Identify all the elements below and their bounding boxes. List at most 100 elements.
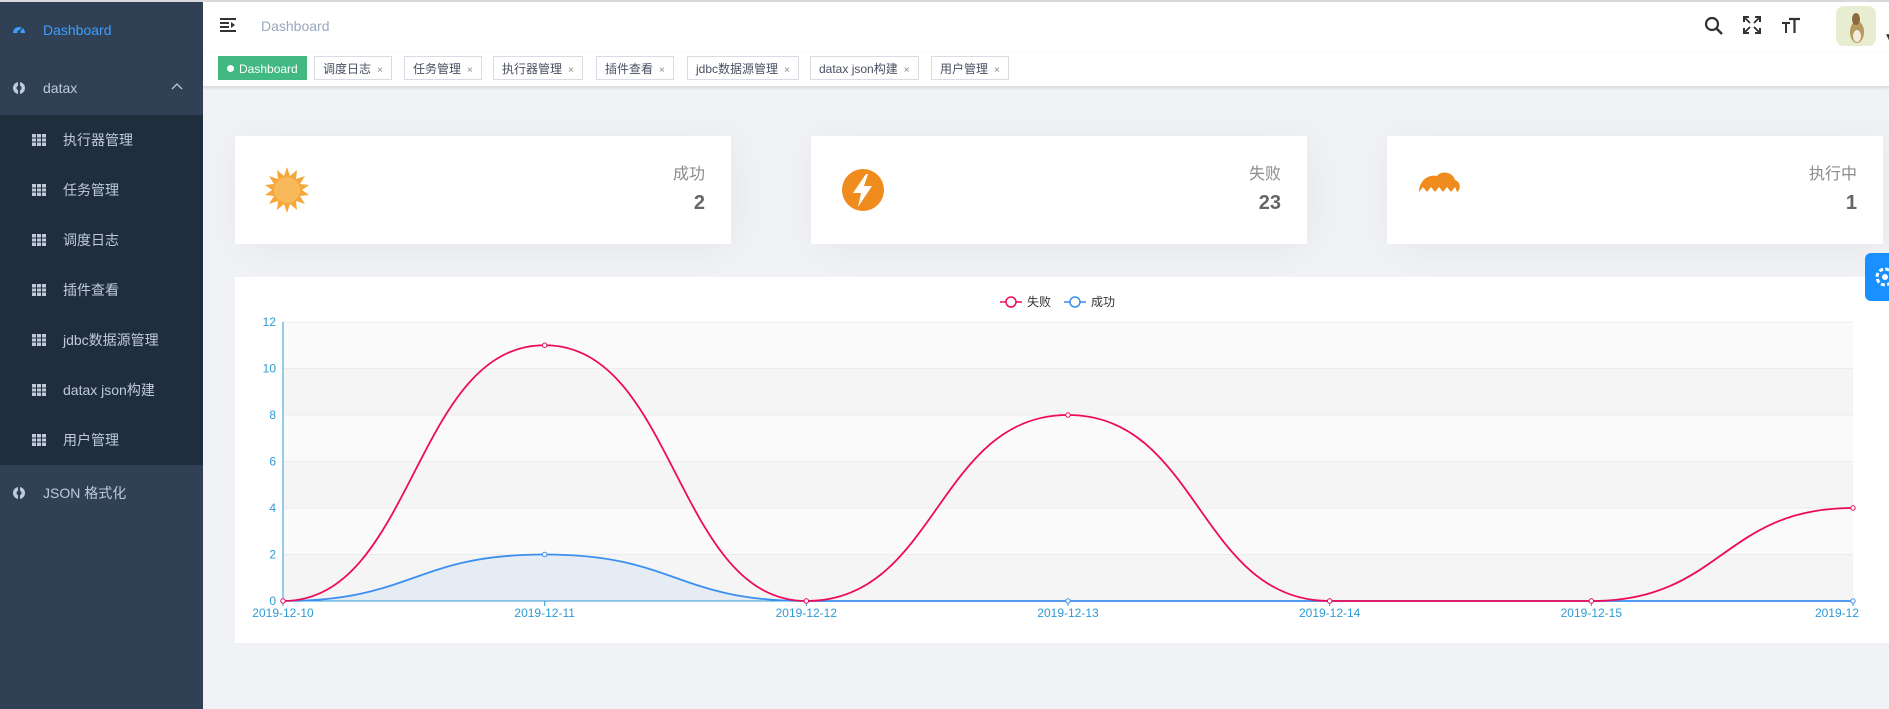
component-icon	[13, 81, 25, 95]
table-icon	[32, 134, 46, 146]
hamburger-icon[interactable]	[220, 18, 236, 32]
table-icon	[32, 384, 46, 396]
tag-label: 用户管理	[940, 62, 989, 76]
x-tick-label: 2019-12-11	[514, 606, 575, 620]
legend-marker	[1005, 296, 1017, 308]
tag-label: 调度日志	[323, 62, 372, 76]
grid-band	[283, 415, 1853, 462]
table-icon	[32, 434, 46, 446]
chevron-down-icon[interactable]: ▼	[1884, 32, 1889, 43]
card-value: 2	[693, 192, 705, 214]
settings-button[interactable]	[1865, 253, 1889, 301]
sidebar-item-json-build[interactable]: datax json构建	[0, 365, 203, 415]
sidebar-item-label: 插件查看	[63, 282, 119, 298]
close-icon[interactable]: ×	[994, 65, 1000, 76]
card-failed[interactable]: 失败 23	[811, 136, 1307, 244]
sidebar-item-tasks[interactable]: 任务管理	[0, 165, 203, 215]
card-value: 1	[1845, 192, 1857, 214]
chart-panel: 0 2 4 6 8 10 12 2019-12-10 2019-12-11 2019-12-12 2…	[235, 277, 1889, 643]
tag-label: 插件查看	[605, 62, 654, 76]
legend-label: 失败	[1027, 294, 1051, 309]
x-tick-label: 2019-12	[1815, 606, 1859, 620]
sidebar-item-users[interactable]: 用户管理	[0, 415, 203, 465]
tags-view: Dashboard 调度日志 × 任务管理 × 执行器管理 × 插件查看 × jdbc数…	[203, 52, 1889, 87]
tag-json-build[interactable]: datax json构建 ×	[810, 56, 919, 80]
y-tick-label: 6	[269, 455, 276, 469]
x-tick-label: 2019-12-13	[1037, 606, 1099, 620]
font-size-icon[interactable]	[1781, 16, 1801, 36]
search-icon[interactable]	[1704, 16, 1724, 36]
tag-dashboard[interactable]: Dashboard	[218, 56, 307, 80]
card-value: 23	[1258, 192, 1281, 214]
sidebar-item-datax[interactable]: datax	[0, 60, 203, 116]
grid-band	[283, 322, 1853, 369]
y-tick-label: 4	[269, 501, 276, 515]
sidebar-item-jdbc[interactable]: jdbc数据源管理	[0, 315, 203, 365]
tag-label: 任务管理	[413, 62, 462, 76]
close-icon[interactable]: ×	[904, 65, 910, 76]
data-point	[1326, 598, 1333, 604]
card-title: 失败	[1248, 166, 1281, 183]
data-point	[541, 342, 548, 348]
chevron-up-icon	[171, 83, 183, 90]
tag-jdbc[interactable]: jdbc数据源管理 ×	[687, 56, 799, 80]
sidebar-item-label: jdbc数据源管理	[63, 332, 159, 348]
lightning-icon	[842, 169, 884, 211]
tag-label: Dashboard	[239, 62, 298, 76]
data-point	[1850, 598, 1856, 604]
table-icon	[32, 184, 46, 196]
tag-tasks[interactable]: 任务管理 ×	[404, 56, 482, 80]
sidebar-item-label: 执行器管理	[63, 132, 133, 148]
dashboard-icon	[13, 27, 25, 34]
grid-band	[283, 368, 1853, 415]
sidebar-item-label: 用户管理	[63, 432, 119, 448]
close-icon[interactable]: ×	[784, 65, 790, 76]
avatar[interactable]	[1836, 6, 1876, 46]
tag-logs[interactable]: 调度日志 ×	[314, 56, 392, 80]
tag-label: datax json构建	[819, 62, 898, 76]
close-icon[interactable]: ×	[467, 65, 473, 76]
close-icon[interactable]: ×	[659, 65, 665, 76]
close-icon[interactable]: ×	[377, 65, 383, 76]
x-tick-label: 2019-12-10	[252, 606, 314, 620]
tag-label: 执行器管理	[502, 62, 563, 76]
component-icon	[13, 486, 25, 500]
data-point	[280, 598, 286, 604]
y-tick-label: 12	[263, 315, 277, 329]
sidebar-item-json-format[interactable]: JSON 格式化	[0, 465, 203, 521]
sidebar-item-executor[interactable]: 执行器管理	[0, 115, 203, 165]
x-tick-label: 2019-12-14	[1299, 606, 1361, 620]
card-running[interactable]: 执行中 1	[1387, 136, 1883, 244]
table-icon	[32, 234, 46, 246]
card-success[interactable]: 成功 2	[235, 136, 731, 244]
table-icon	[32, 284, 46, 296]
sidebar-item-label: 任务管理	[63, 182, 119, 198]
gear-icon	[1875, 267, 1889, 287]
data-point	[541, 551, 548, 558]
grid-band	[283, 508, 1853, 555]
data-point	[1065, 598, 1071, 604]
sidebar-item-label: JSON 格式化	[43, 485, 127, 501]
sidebar-item-logs[interactable]: 调度日志	[0, 215, 203, 265]
x-tick-label: 2019-12-15	[1561, 606, 1623, 620]
sidebar-item-plugins[interactable]: 插件查看	[0, 265, 203, 315]
line-chart: 0246810122019-12-10 2019-12-11 2019-12-12 2…	[252, 294, 1859, 620]
legend-label: 成功	[1091, 295, 1115, 309]
card-title: 执行中	[1808, 166, 1857, 183]
sidebar-item-dashboard[interactable]: Dashboard	[0, 2, 203, 58]
active-dot-icon	[227, 65, 234, 72]
sidebar-item-label: datax json构建	[63, 382, 155, 398]
tag-executor[interactable]: 执行器管理 ×	[493, 56, 583, 80]
tag-plugins[interactable]: 插件查看 ×	[596, 56, 674, 80]
sidebar-item-label: datax	[43, 80, 78, 96]
close-icon[interactable]: ×	[568, 65, 574, 76]
data-point	[1850, 505, 1856, 511]
table-icon	[32, 334, 46, 346]
data-point	[803, 598, 810, 604]
tag-users[interactable]: 用户管理 ×	[931, 56, 1009, 80]
sidebar: Dashboard datax 执行器管理 任务管理 调度日志 插件查看 jdb…	[0, 2, 203, 709]
avatar-image	[1836, 6, 1876, 46]
y-tick-label: 10	[263, 362, 277, 376]
sidebar-item-label: 调度日志	[63, 232, 119, 248]
fullscreen-icon[interactable]	[1743, 16, 1761, 34]
